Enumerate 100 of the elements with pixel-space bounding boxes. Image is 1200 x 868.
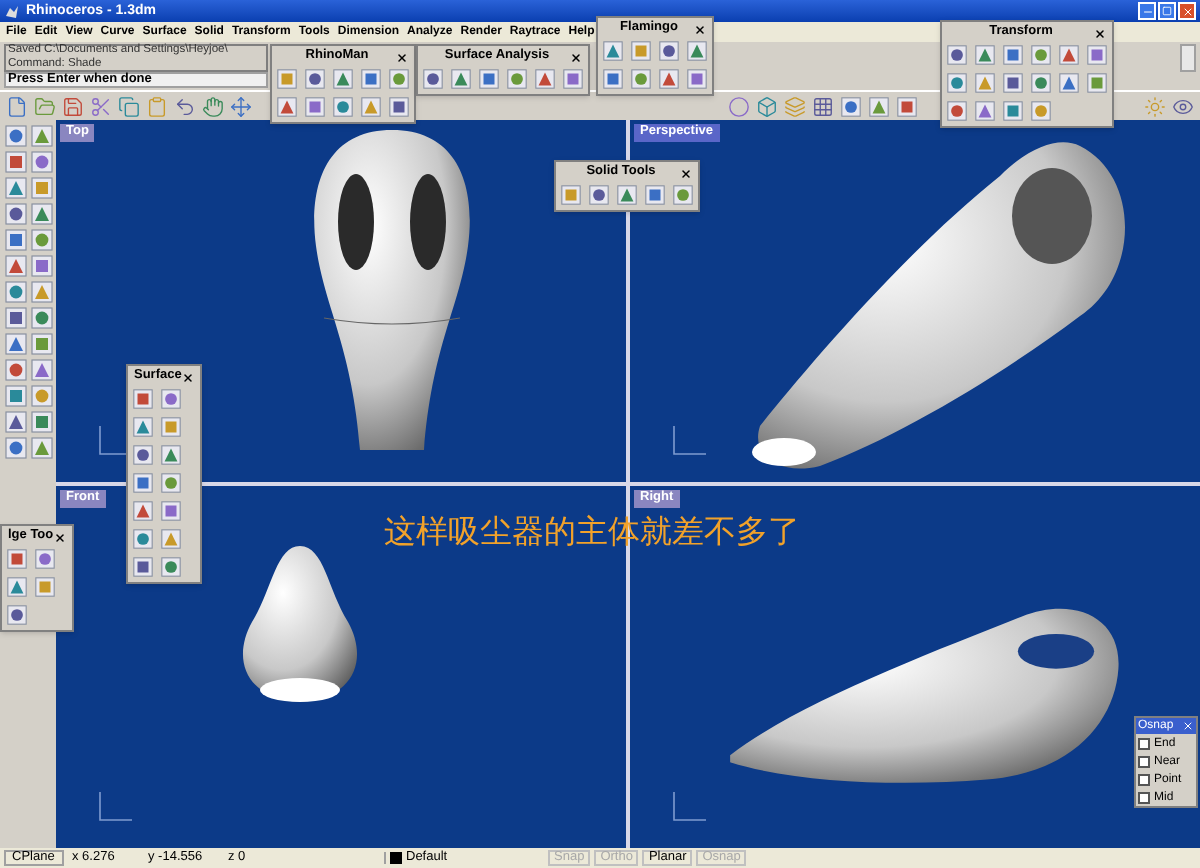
eye-icon[interactable] xyxy=(1172,95,1194,117)
tool-icon[interactable] xyxy=(360,68,382,90)
close-icon[interactable] xyxy=(570,51,582,63)
tool-icon[interactable] xyxy=(946,44,968,66)
tool-icon[interactable] xyxy=(132,444,154,466)
scrollbar[interactable] xyxy=(1180,44,1196,72)
tool-icon[interactable] xyxy=(304,68,326,90)
tool-icon[interactable] xyxy=(1002,72,1024,94)
tool-icon[interactable] xyxy=(560,184,582,206)
tool-icon[interactable] xyxy=(602,40,624,62)
tool-icon[interactable] xyxy=(29,332,53,356)
tool-icon[interactable] xyxy=(450,68,472,90)
close-icon[interactable] xyxy=(181,371,194,383)
tool-icon[interactable] xyxy=(422,68,444,90)
tool-icon[interactable] xyxy=(946,72,968,94)
move-icon[interactable] xyxy=(230,95,252,117)
tool-icon[interactable] xyxy=(658,68,680,90)
close-button[interactable] xyxy=(1178,2,1196,20)
tool-icon[interactable] xyxy=(1030,72,1052,94)
maximize-button[interactable] xyxy=(1158,2,1176,20)
tool-icon[interactable] xyxy=(160,472,182,494)
tool-icon[interactable] xyxy=(3,228,27,252)
tool-icon[interactable] xyxy=(1002,100,1024,122)
tool-icon[interactable] xyxy=(304,96,326,118)
tool-icon[interactable] xyxy=(388,96,410,118)
tool-icon[interactable] xyxy=(332,68,354,90)
tool-icon[interactable] xyxy=(29,176,53,200)
tool-icon[interactable] xyxy=(29,254,53,278)
tool-icon[interactable] xyxy=(29,202,53,226)
tool-icon[interactable] xyxy=(840,95,862,117)
tool-icon[interactable] xyxy=(332,96,354,118)
tool-icon[interactable] xyxy=(29,358,53,382)
tool-icon[interactable] xyxy=(1058,72,1080,94)
copy-icon[interactable] xyxy=(118,95,140,117)
tool-icon[interactable] xyxy=(3,254,27,278)
tool-icon[interactable] xyxy=(132,500,154,522)
checkbox[interactable] xyxy=(1138,755,1150,767)
undo-icon[interactable] xyxy=(174,95,196,117)
tool-icon[interactable] xyxy=(1030,100,1052,122)
tool-icon[interactable] xyxy=(630,68,652,90)
tool-icon[interactable] xyxy=(6,576,28,598)
tool-icon[interactable] xyxy=(132,416,154,438)
tool-icon[interactable] xyxy=(3,332,27,356)
tool-icon[interactable] xyxy=(276,68,298,90)
tool-icon[interactable] xyxy=(160,416,182,438)
tool-icon[interactable] xyxy=(160,528,182,550)
tool-icon[interactable] xyxy=(3,436,27,460)
tool-icon[interactable] xyxy=(630,40,652,62)
tool-icon[interactable] xyxy=(1030,44,1052,66)
close-icon[interactable] xyxy=(1093,27,1106,39)
tool-icon[interactable] xyxy=(29,228,53,252)
tool-icon[interactable] xyxy=(644,184,666,206)
tool-icon[interactable] xyxy=(1058,44,1080,66)
tool-icon[interactable] xyxy=(658,40,680,62)
tool-icon[interactable] xyxy=(3,280,27,304)
tool-icon[interactable] xyxy=(29,280,53,304)
new-file-icon[interactable] xyxy=(6,95,28,117)
tool-icon[interactable] xyxy=(3,176,27,200)
tool-icon[interactable] xyxy=(946,100,968,122)
tool-icon[interactable] xyxy=(160,444,182,466)
tool-icon[interactable] xyxy=(6,604,28,626)
close-icon[interactable] xyxy=(679,167,692,179)
checkbox[interactable] xyxy=(1138,773,1150,785)
tool-icon[interactable] xyxy=(276,96,298,118)
tool-icon[interactable] xyxy=(29,150,53,174)
tool-icon[interactable] xyxy=(132,472,154,494)
tool-icon[interactable] xyxy=(588,184,610,206)
tool-icon[interactable] xyxy=(534,68,556,90)
tool-icon[interactable] xyxy=(1086,72,1108,94)
tool-icon[interactable] xyxy=(160,556,182,578)
tool-icon[interactable] xyxy=(29,384,53,408)
tool-icon[interactable] xyxy=(3,124,27,148)
tool-icon[interactable] xyxy=(974,100,996,122)
close-icon[interactable] xyxy=(693,23,706,35)
tool-icon[interactable] xyxy=(974,44,996,66)
tool-icon[interactable] xyxy=(132,528,154,550)
tool-icon[interactable] xyxy=(132,388,154,410)
tool-icon[interactable] xyxy=(506,68,528,90)
tool-icon[interactable] xyxy=(868,95,890,117)
tool-icon[interactable] xyxy=(29,436,53,460)
scissors-icon[interactable] xyxy=(90,95,112,117)
tool-icon[interactable] xyxy=(3,358,27,382)
tool-icon[interactable] xyxy=(3,384,27,408)
tool-icon[interactable] xyxy=(3,306,27,330)
cube-icon[interactable] xyxy=(756,95,778,117)
tool-icon[interactable] xyxy=(3,410,27,434)
tool-icon[interactable] xyxy=(29,410,53,434)
tool-icon[interactable] xyxy=(974,72,996,94)
clipboard-icon[interactable] xyxy=(146,95,168,117)
tool-icon[interactable] xyxy=(896,95,918,117)
tool-icon[interactable] xyxy=(3,150,27,174)
tool-icon[interactable] xyxy=(160,500,182,522)
tool-icon[interactable] xyxy=(29,124,53,148)
tool-icon[interactable] xyxy=(686,68,708,90)
grid-icon[interactable] xyxy=(812,95,834,117)
folder-icon[interactable] xyxy=(34,95,56,117)
tool-icon[interactable] xyxy=(478,68,500,90)
save-icon[interactable] xyxy=(62,95,84,117)
tool-icon[interactable] xyxy=(616,184,638,206)
tool-icon[interactable] xyxy=(602,68,624,90)
